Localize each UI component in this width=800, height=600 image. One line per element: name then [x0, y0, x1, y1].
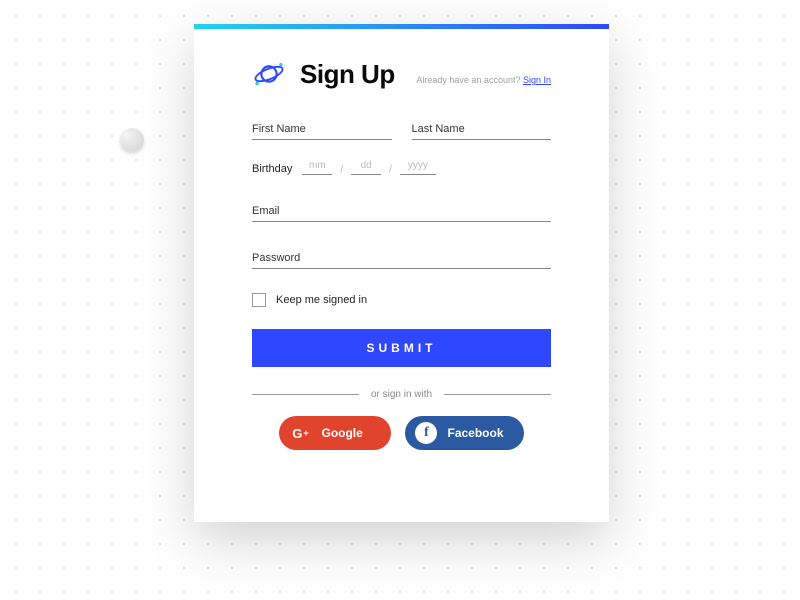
google-signin-button[interactable]: G+ Google [279, 416, 391, 450]
divider-line [252, 394, 359, 395]
facebook-button-label: Facebook [447, 426, 503, 440]
birthday-row: Birthday / / [252, 160, 551, 175]
birthday-day-field[interactable] [351, 160, 381, 175]
page-title: Sign Up [300, 59, 395, 90]
divider-line [444, 394, 551, 395]
email-field[interactable] [252, 199, 551, 222]
divider-text: or sign in with [371, 389, 432, 400]
already-text: Already have an account? [416, 75, 523, 85]
social-divider: or sign in with [252, 389, 551, 400]
decorative-circle [120, 128, 144, 152]
date-separator: / [389, 164, 392, 175]
card-header: Sign Up Already have an account? Sign In [252, 57, 551, 91]
keep-signed-checkbox[interactable] [252, 293, 266, 307]
signin-link[interactable]: Sign In [523, 75, 551, 85]
last-name-field[interactable] [412, 117, 552, 140]
signup-card: Sign Up Already have an account? Sign In… [194, 24, 609, 522]
google-plus-icon: G+ [289, 422, 311, 444]
password-field[interactable] [252, 246, 551, 269]
date-separator: / [340, 164, 343, 175]
signup-form: Birthday / / Keep me signed in SUBMIT [252, 117, 551, 450]
facebook-icon: f [415, 422, 437, 444]
google-button-label: Google [321, 426, 362, 440]
birthday-label: Birthday [252, 163, 292, 175]
birthday-month-field[interactable] [302, 160, 332, 175]
keep-signed-label: Keep me signed in [276, 294, 367, 306]
first-name-field[interactable] [252, 117, 392, 140]
planet-icon [252, 57, 286, 91]
already-have-account: Already have an account? Sign In [416, 75, 551, 85]
facebook-signin-button[interactable]: f Facebook [405, 416, 523, 450]
submit-button[interactable]: SUBMIT [252, 329, 551, 367]
birthday-year-field[interactable] [400, 160, 436, 175]
